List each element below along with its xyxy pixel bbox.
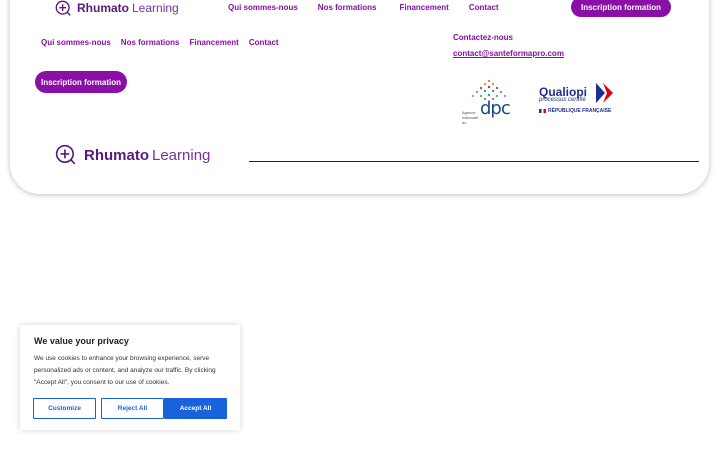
footer-brand-name-strong: Rhumato — [84, 146, 149, 164]
dpc-big-text: dpc — [480, 98, 511, 119]
footer-logo[interactable]: Rhumato Learning — [55, 144, 210, 166]
cookie-accept-button[interactable]: Accept All — [164, 398, 227, 419]
cookie-title: We value your privacy — [34, 336, 129, 346]
brand-name-light: Learning — [132, 1, 179, 15]
brand-name-strong: Rhumato — [77, 1, 129, 15]
plus-circle-icon — [55, 144, 76, 165]
footer-nav-link-financement[interactable]: Financement — [189, 38, 238, 47]
cookie-text: We use cookies to enhance your browsing … — [34, 355, 216, 386]
footer-nav: Qui sommes-nous Nos formations Financeme… — [41, 38, 289, 47]
footer-nav-link-contact[interactable]: Contact — [249, 38, 279, 47]
french-flag-icon — [539, 108, 546, 113]
dpc-logo: Agence nationale du dpc — [462, 78, 516, 125]
nav-link-financement[interactable]: Financement — [399, 3, 448, 12]
nav-link-contact[interactable]: Contact — [469, 3, 499, 12]
qualiopi-footer: RÉPUBLIQUE FRANÇAISE — [539, 108, 611, 114]
footer-nav-link-about[interactable]: Qui sommes-nous — [41, 38, 111, 47]
contact-email-link[interactable]: contact@santeformapro.com — [453, 49, 564, 58]
cookie-consent-banner: We value your privacy We use cookies to … — [20, 325, 240, 430]
footer-divider — [249, 161, 699, 162]
contact-title: Contactez-nous — [453, 33, 513, 42]
qualiopi-footer-text: RÉPUBLIQUE FRANÇAISE — [548, 108, 612, 114]
nav-link-formations[interactable]: Nos formations — [318, 3, 377, 12]
qualiopi-arrow-icon — [596, 83, 613, 103]
cookie-customize-button[interactable]: Customize — [33, 398, 96, 419]
qualiopi-logo: Qualiopi processus certifié RÉPUBLIQUE F… — [539, 83, 619, 119]
footer-inscription-button[interactable]: Inscription formation — [35, 71, 127, 93]
header-logo[interactable]: Rhumato Learning — [55, 0, 179, 18]
header-inscription-button[interactable]: Inscription formation — [571, 0, 671, 17]
plus-circle-icon — [55, 0, 71, 16]
nav-link-about[interactable]: Qui sommes-nous — [228, 3, 298, 12]
header-nav: Qui sommes-nous Nos formations Financeme… — [228, 3, 519, 12]
footer-nav-link-formations[interactable]: Nos formations — [121, 38, 180, 47]
dpc-small-text: Agence nationale du — [462, 110, 479, 125]
qualiopi-subtitle: processus certifié — [539, 97, 586, 103]
cookie-reject-button[interactable]: Reject All — [101, 398, 164, 419]
footer-brand-name-light: Learning — [152, 146, 211, 164]
